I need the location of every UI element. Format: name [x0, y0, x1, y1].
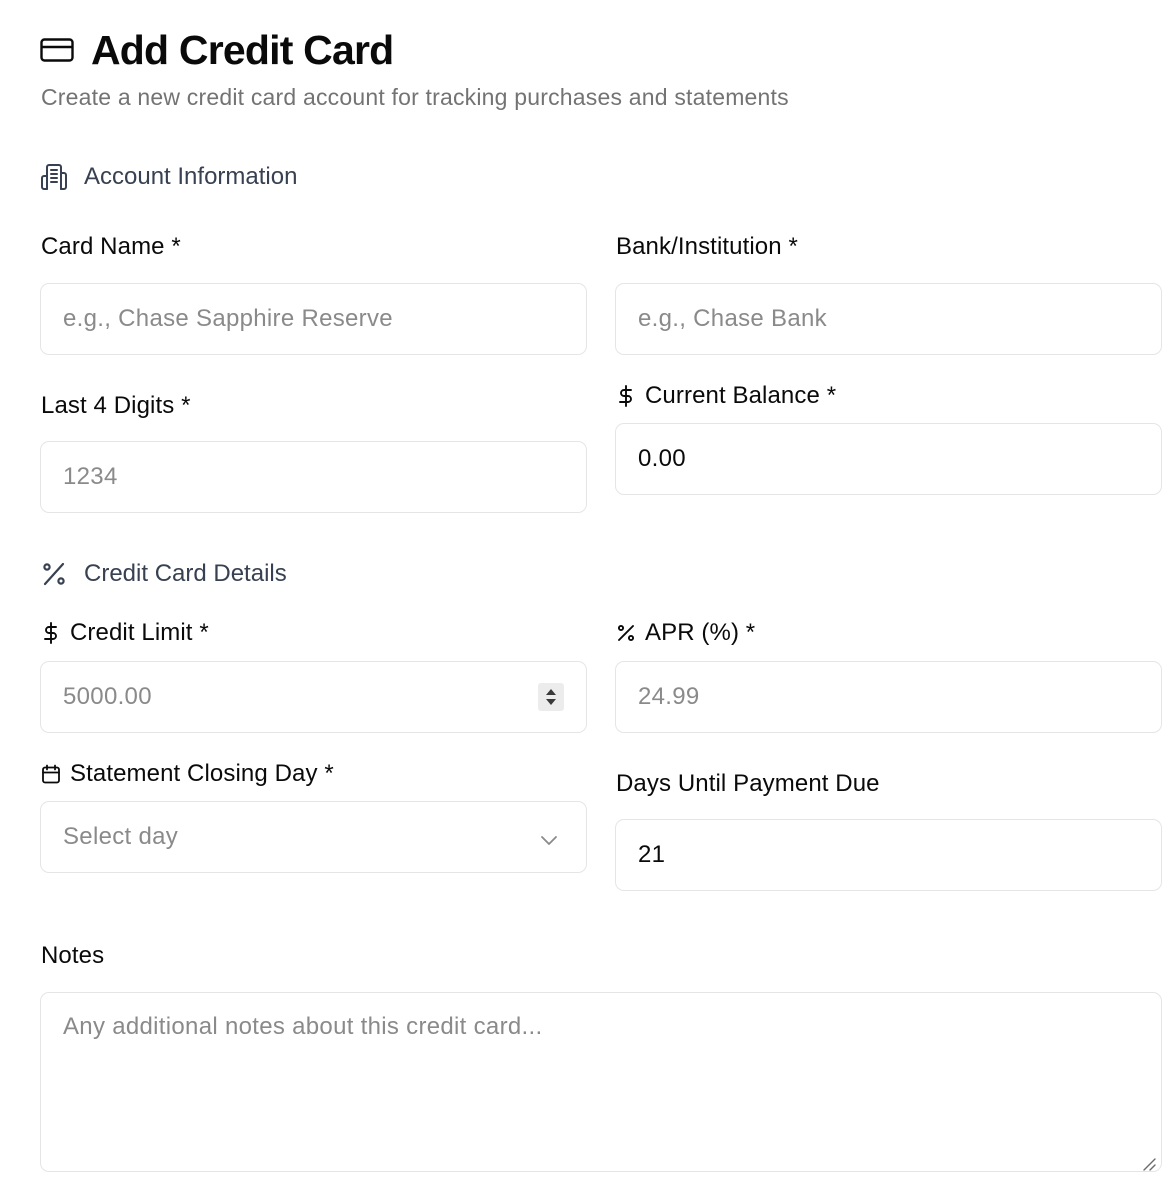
statement-closing-day-label: Statement Closing Day *	[41, 760, 334, 788]
apr-label-text: APR (%) *	[645, 619, 756, 646]
percent-icon	[616, 622, 636, 644]
apr-label: APR (%) *	[616, 619, 755, 647]
bank-institution-placeholder: e.g., Chase Bank	[638, 305, 827, 332]
statement-closing-day-select[interactable]: Select day	[40, 801, 587, 873]
notes-label: Notes	[41, 942, 104, 970]
card-name-label: Card Name *	[41, 233, 181, 261]
current-balance-label-text: Current Balance *	[645, 382, 837, 409]
calendar-icon	[41, 763, 61, 785]
chevron-down-icon	[540, 828, 558, 846]
last-4-digits-label-text: Last 4 Digits *	[41, 392, 191, 419]
credit-limit-input[interactable]: 5000.00	[40, 661, 587, 733]
number-stepper[interactable]	[538, 683, 564, 711]
days-until-payment-due-value: 21	[638, 841, 666, 868]
building-icon	[40, 163, 68, 191]
bank-institution-label-text: Bank/Institution *	[616, 233, 798, 260]
stepper-arrows-icon	[546, 689, 556, 705]
card-name-input[interactable]: e.g., Chase Sapphire Reserve	[40, 283, 587, 355]
card-name-placeholder: e.g., Chase Sapphire Reserve	[63, 305, 393, 332]
bank-institution-label: Bank/Institution *	[616, 233, 798, 261]
apr-input[interactable]: 24.99	[615, 661, 1162, 733]
percent-icon	[40, 560, 68, 588]
notes-textarea[interactable]: Any additional notes about this credit c…	[40, 992, 1162, 1172]
section-title: Credit Card Details	[84, 560, 287, 587]
apr-placeholder: 24.99	[638, 683, 700, 710]
page-header: Add Credit Card	[40, 26, 394, 74]
last-4-digits-input[interactable]: 1234	[40, 441, 587, 513]
dollar-sign-icon	[616, 385, 636, 407]
card-name-label-text: Card Name *	[41, 233, 181, 260]
days-until-payment-due-input[interactable]: 21	[615, 819, 1162, 891]
credit-card-icon	[40, 37, 74, 63]
credit-limit-placeholder: 5000.00	[63, 683, 152, 710]
last-4-digits-placeholder: 1234	[63, 463, 118, 490]
statement-closing-day-selected: Select day	[63, 823, 179, 850]
notes-placeholder: Any additional notes about this credit c…	[63, 1013, 543, 1040]
statement-closing-day-label-text: Statement Closing Day *	[70, 760, 334, 787]
page-title: Add Credit Card	[91, 27, 394, 73]
current-balance-input[interactable]: 0.00	[615, 423, 1162, 495]
notes-label-text: Notes	[41, 942, 105, 969]
days-until-payment-due-label: Days Until Payment Due	[616, 770, 880, 798]
section-title: Account Information	[84, 163, 298, 190]
dollar-sign-icon	[41, 622, 61, 644]
last-4-digits-label: Last 4 Digits *	[41, 392, 191, 420]
days-until-payment-due-label-text: Days Until Payment Due	[616, 770, 880, 797]
add-credit-card-page: Add Credit Card Create a new credit card…	[0, 0, 1176, 1186]
current-balance-value: 0.00	[638, 445, 686, 472]
credit-limit-label: Credit Limit *	[41, 619, 209, 647]
credit-limit-label-text: Credit Limit *	[70, 619, 209, 646]
resize-handle-icon[interactable]	[1141, 1151, 1157, 1171]
section-heading-credit-card-details: Credit Card Details	[40, 560, 287, 588]
bank-institution-input[interactable]: e.g., Chase Bank	[615, 283, 1162, 355]
current-balance-label: Current Balance *	[616, 382, 836, 410]
section-heading-account-information: Account Information	[40, 163, 297, 191]
page-subtitle: Create a new credit card account for tra…	[41, 84, 789, 110]
